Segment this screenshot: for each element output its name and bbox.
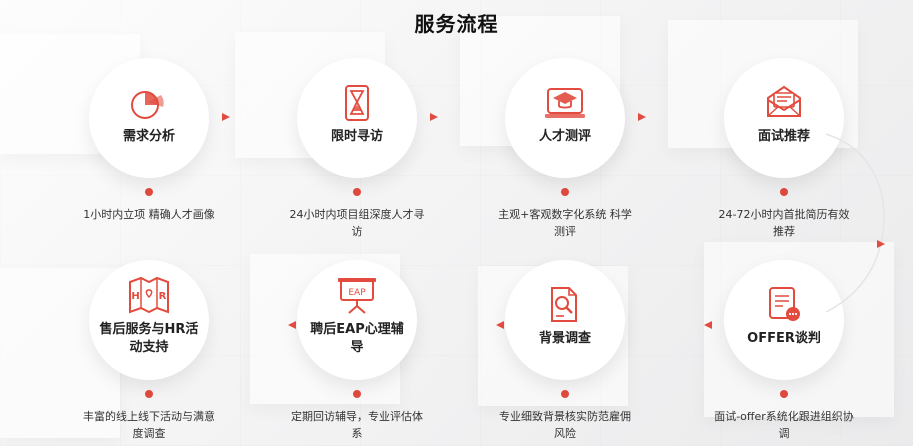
pie-chart-icon (122, 83, 176, 123)
step-post-hire-eap: EAP 聘后EAP心理辅导 定期回访辅导，专业评估体系 (282, 260, 432, 442)
step-description: 1小时内立项 精确人才画像 (83, 208, 215, 221)
step-description: 专业细致背景核实防范雇佣风险 (499, 410, 631, 440)
step-title: 面试推荐 (757, 128, 810, 144)
step-description: 面试-offer系统化跟进组织协调 (714, 410, 854, 440)
step-after-sales-hr-support: H R 售后服务与HR活动支持 丰富的线上线下活动与满意度调查 (74, 260, 224, 442)
envelope-icon (757, 83, 811, 123)
step-dot (353, 188, 361, 196)
step-circle: 背景调查 (505, 260, 625, 380)
arrow-left-icon (703, 320, 713, 330)
step-title: OFFER谈判 (747, 330, 821, 346)
arrow-right-icon (637, 112, 647, 122)
step-circle: 人才测评 (505, 58, 625, 178)
step-title: 售后服务与HR活动支持 (99, 321, 199, 355)
arrow-right-icon (429, 112, 439, 122)
step-description: 丰富的线上线下活动与满意度调查 (83, 410, 215, 440)
step-circle: H R 售后服务与HR活动支持 (89, 260, 209, 380)
step-dot (561, 188, 569, 196)
step-title: 聘后EAP心理辅导 (310, 321, 404, 355)
svg-text:H: H (131, 291, 139, 302)
step-background-check: 背景调查 专业细致背景核实防范雇佣风险 (490, 260, 640, 442)
step-title: 限时寻访 (330, 128, 383, 144)
hourglass-icon (330, 83, 384, 123)
svg-text:R: R (159, 291, 167, 302)
step-title: 人才测评 (538, 128, 591, 144)
document-magnifier-icon (538, 285, 592, 325)
arrow-left-icon (287, 320, 297, 330)
document-chat-icon (757, 285, 811, 325)
arrow-down-icon (876, 239, 886, 249)
page-title: 服务流程 (414, 12, 499, 36)
step-demand-analysis: 需求分析 1小时内立项 精确人才画像 (74, 58, 224, 223)
arrow-left-icon (495, 320, 505, 330)
graduation-cap-icon (538, 83, 592, 123)
step-title: 背景调查 (538, 330, 591, 346)
step-dot (561, 390, 569, 398)
step-talent-assessment: 人才测评 主观+客观数字化系统 科学测评 (490, 58, 640, 240)
step-description: 定期回访辅导，专业评估体系 (291, 410, 423, 440)
map-hr-icon: H R (122, 276, 176, 316)
step-dot (780, 188, 788, 196)
step-title: 需求分析 (122, 128, 175, 144)
step-description: 24小时内项目组深度人才寻访 (289, 208, 425, 238)
step-dot (353, 390, 361, 398)
step-circle: 需求分析 (89, 58, 209, 178)
svg-text:EAP: EAP (348, 288, 366, 298)
step-circle: EAP 聘后EAP心理辅导 (297, 260, 417, 380)
step-dot (780, 390, 788, 398)
step-description: 主观+客观数字化系统 科学测评 (498, 208, 632, 238)
step-dot (145, 390, 153, 398)
step-dot (145, 188, 153, 196)
step-circle: 限时寻访 (297, 58, 417, 178)
presentation-board-icon: EAP (330, 276, 384, 316)
step-time-limited-search: 限时寻访 24小时内项目组深度人才寻访 (282, 58, 432, 240)
arrow-right-icon (221, 112, 231, 122)
curved-connector (825, 133, 885, 313)
